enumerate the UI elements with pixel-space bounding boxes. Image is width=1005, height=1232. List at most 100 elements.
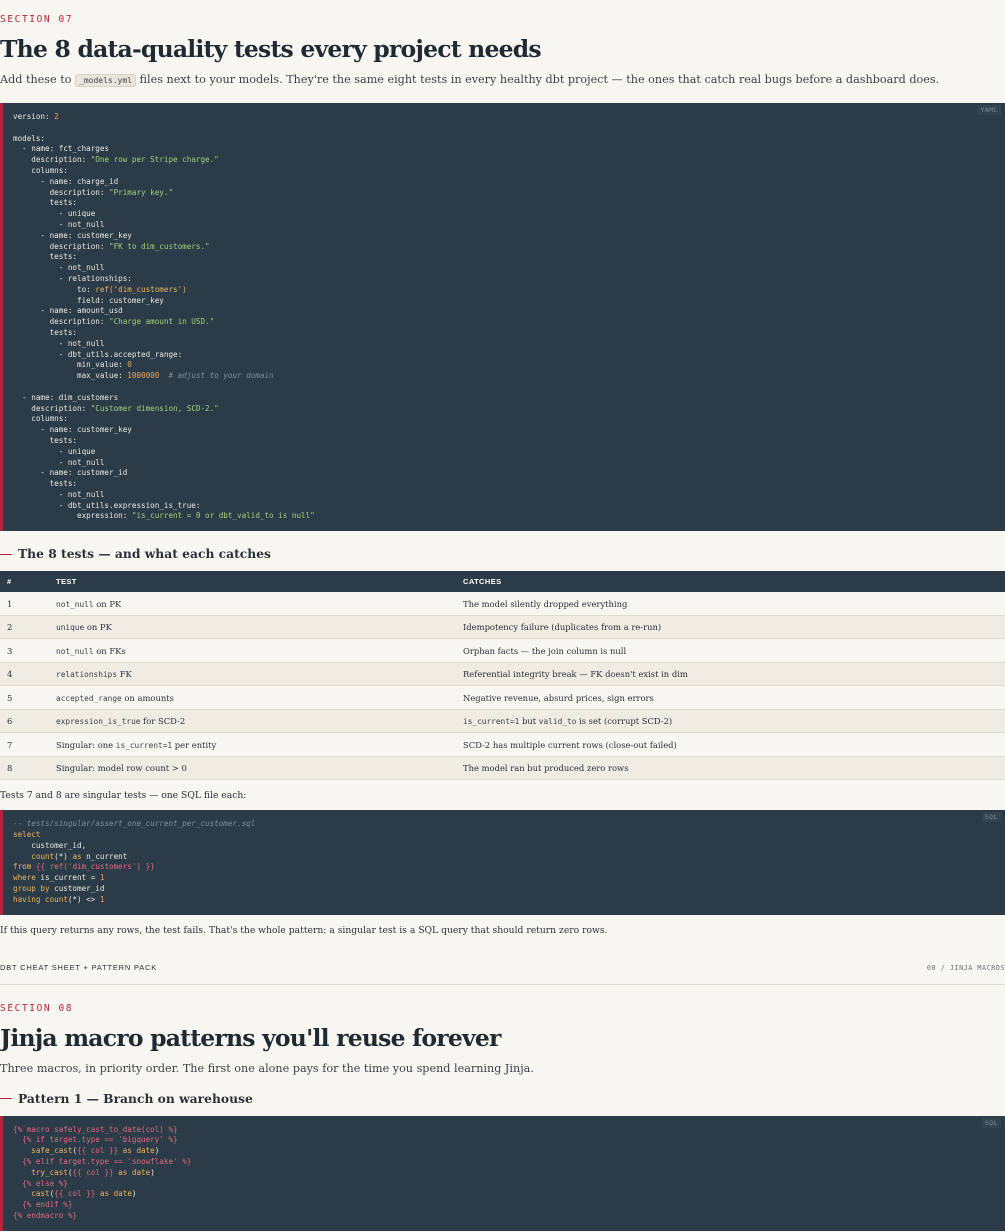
code-token: - not_null — [13, 338, 105, 348]
code-token: (*) — [54, 851, 73, 861]
test-number: 7 — [0, 732, 49, 757]
code-line: expression: "is_current = 0 or dbt_valid… — [13, 511, 1005, 522]
code-line: tests: — [13, 198, 1005, 209]
code-line: version: 2 — [13, 112, 1005, 123]
code-line: description: "FK to dim_customers." — [13, 242, 1005, 253]
code-token: 0 — [127, 360, 132, 370]
code-token: {{ col }} — [54, 1189, 96, 1199]
code-token: try_cast — [13, 1167, 68, 1177]
code-token: "FK to dim_customers." — [109, 241, 210, 251]
lede-text: Add these to — [0, 73, 75, 86]
section-lede: Add these to _models.yml files next to y… — [0, 72, 1005, 89]
code-token: "One row per Stripe charge." — [90, 155, 219, 165]
code-token: - dbt_utils.expression_is_true: — [13, 500, 201, 510]
test-catches: Orphan facts — the join column is null — [456, 638, 1005, 663]
code-line: cast({{ col }} as date) — [13, 1189, 1005, 1200]
jinja-code-block[interactable]: SQL {% macro safely_cast_to_date(col) %}… — [0, 1115, 1005, 1231]
test-name: expression_is_true for SCD-2 — [49, 709, 456, 734]
section-eyebrow: SECTION 08 — [0, 1002, 74, 1014]
code-token: where — [13, 873, 36, 883]
section-title: The 8 data-quality tests every project n… — [0, 35, 542, 63]
subsection-heading: The 8 tests — and what each catches — [0, 546, 1005, 562]
code-token: tests: — [13, 479, 78, 489]
cell-text: on FKs — [93, 645, 126, 656]
code-token: "Charge amount in USD." — [109, 317, 215, 327]
page: SECTION 07 The 8 data-quality tests ever… — [0, 0, 1005, 1231]
subsection-heading-text: The 8 tests — and what each catches — [18, 546, 271, 562]
code-token: {% endmacro %} — [13, 1211, 78, 1221]
page-footer: DBT CHEAT SHEET + PATTERN PACK 08 / JINJ… — [0, 957, 1005, 985]
cell-text: FK — [117, 669, 132, 680]
code-line: field: customer_key — [13, 296, 1005, 307]
code-token: select — [13, 830, 41, 840]
code-line: {% if target.type == 'bigquery' %} — [13, 1135, 1005, 1146]
code-token: tests: — [13, 198, 78, 208]
test-number: 2 — [0, 615, 49, 640]
code-token: tests: — [13, 252, 78, 262]
code-line: {% elif target.type == 'snowflake' %} — [13, 1157, 1005, 1168]
code-line: tests: — [13, 328, 1005, 339]
cell-text: The model ran but produced zero rows — [463, 763, 629, 774]
code-token: is_current = — [35, 873, 100, 883]
test-catches: The model silently dropped everything — [456, 592, 1005, 616]
sql-code-block[interactable]: SQL -- tests/singular/assert_one_current… — [0, 810, 1005, 915]
section-eyebrow: SECTION 07 — [0, 14, 74, 25]
section-title: Jinja macro patterns you'll reuse foreve… — [0, 1023, 501, 1052]
subsection-heading-text: Pattern 1 — Branch on warehouse — [18, 1090, 253, 1106]
test-catches: is_current=1 but valid_to is set (corrup… — [456, 709, 1005, 734]
code-line: description: "Primary key." — [13, 188, 1005, 199]
cell-text: Orphan facts — the join column is null — [463, 645, 627, 656]
cell-text: Negative revenue, absurd prices, sign er… — [463, 692, 654, 703]
inline-code: is_current=1 — [115, 740, 173, 750]
footer-brand: DBT CHEAT SHEET + PATTERN PACK — [0, 963, 158, 973]
cell-text: SCD-2 has multiple current rows (close-o… — [463, 739, 677, 750]
code-token: - not_null — [13, 457, 105, 467]
code-line: tests: — [13, 436, 1005, 447]
test-number: 8 — [0, 756, 49, 781]
code-token: {% if target.type == 'bigquery' %} — [13, 1135, 178, 1145]
code-token: having — [13, 894, 41, 904]
inline-code: not_null — [56, 646, 94, 656]
code-line: description: "Customer dimension, SCD-2.… — [13, 404, 1005, 415]
code-token: version: — [13, 112, 55, 121]
code-token: - unique — [13, 446, 96, 456]
code-line: columns: — [13, 166, 1005, 177]
code-token: description: — [13, 155, 91, 165]
test-name: not_null on PK — [49, 592, 456, 616]
code-token: description: — [13, 241, 110, 251]
cell-text: per entity — [172, 739, 217, 750]
code-line: - name: dim_customers — [13, 393, 1005, 404]
code-token: - unique — [13, 209, 96, 219]
footer-next-section[interactable]: 08 / JINJA MACROS — [927, 964, 1005, 972]
code-line: min_value: 0 — [13, 360, 1005, 371]
inline-code: is_current=1 — [463, 717, 520, 727]
code-line: select — [13, 830, 1005, 841]
inline-code: expression_is_true — [56, 717, 141, 727]
code-token: columns: — [13, 414, 68, 424]
section-lede: Three macros, in priority order. The fir… — [0, 1061, 534, 1075]
code-token: as date — [113, 1167, 151, 1177]
cell-text: on amounts — [121, 692, 174, 703]
code-token: {{ col }} — [72, 1167, 114, 1177]
code-token: - not_null — [13, 219, 105, 229]
code-line: description: "One row per Stripe charge.… — [13, 155, 1005, 166]
code-line: max_value: 1000000 # adjust to your doma… — [13, 371, 1005, 382]
code-token: ) — [131, 1189, 137, 1199]
code-line: {% macro safely_cast_to_date(col) %} — [13, 1125, 1005, 1136]
code-token: - name: dim_customers — [13, 392, 119, 402]
test-catches: Referential integrity break — FK doesn't… — [456, 662, 1005, 687]
code-language-badge: SQL — [981, 812, 1001, 823]
code-token: description: — [13, 317, 110, 327]
code-token: tests: — [13, 435, 78, 445]
code-token: columns: — [13, 165, 68, 175]
code-line: - not_null — [13, 339, 1005, 350]
cell-text: Referential integrity break — FK doesn't… — [463, 669, 688, 680]
code-token: # adjust to your domain — [159, 371, 274, 381]
test-name: Singular: one is_current=1 per entity — [49, 732, 456, 757]
code-line: group by customer_id — [13, 884, 1005, 895]
code-line: safe_cast({{ col }} as date) — [13, 1146, 1005, 1157]
code-line: {% endmacro %} — [13, 1211, 1005, 1222]
yaml-code-block[interactable]: YAML version: 2 models: - name: fct_char… — [0, 103, 1005, 532]
code-line: models: — [13, 134, 1005, 145]
code-token: {% endif %} — [13, 1200, 73, 1210]
